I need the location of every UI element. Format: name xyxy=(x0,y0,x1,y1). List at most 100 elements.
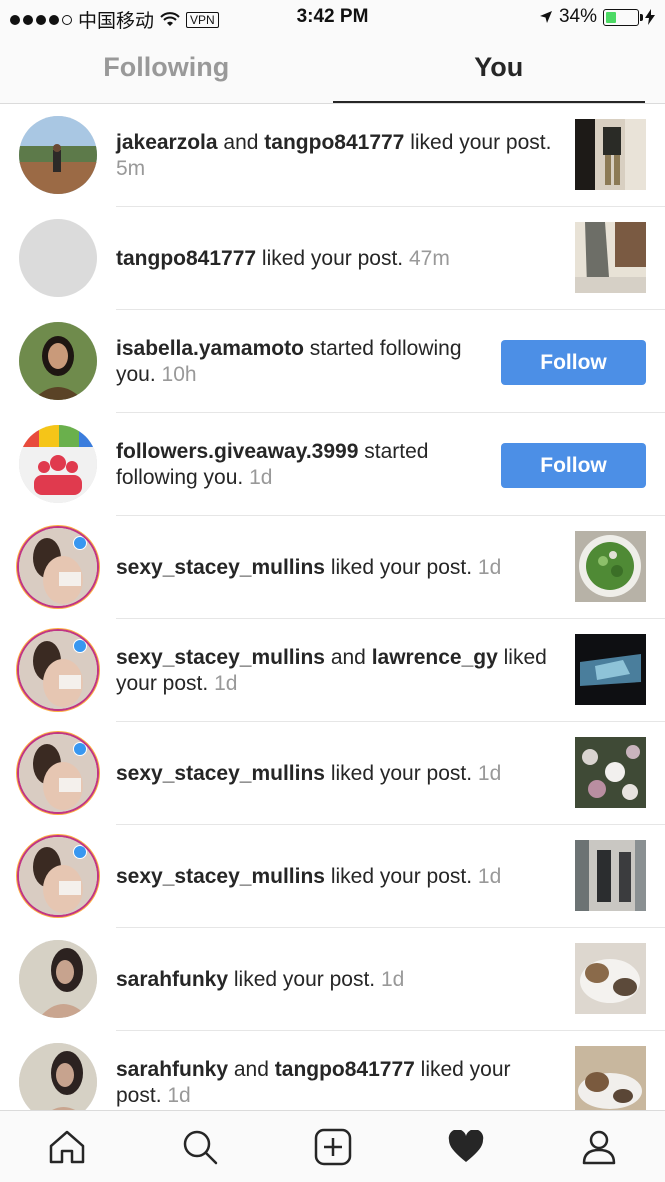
username[interactable]: tangpo841777 xyxy=(275,1058,415,1081)
list-item[interactable]: jakearzola and tangpo841777 liked your p… xyxy=(0,104,665,207)
username[interactable]: isabella.yamamoto xyxy=(116,337,304,360)
verified-badge-icon xyxy=(73,536,87,550)
post-thumbnail[interactable] xyxy=(575,222,646,293)
avatar[interactable] xyxy=(19,1043,97,1110)
avatar[interactable] xyxy=(19,425,97,503)
follow-button[interactable]: Follow xyxy=(501,340,646,385)
avatar[interactable] xyxy=(19,734,97,812)
list-item[interactable]: followers.giveaway.3999 started followin… xyxy=(0,413,665,516)
status-bar: 中国移动 VPN 3:42 PM 34% xyxy=(0,0,665,34)
battery-percent: 34% xyxy=(558,6,597,27)
battery-icon xyxy=(603,8,643,26)
list-item[interactable]: tangpo841777 liked your post. 47m xyxy=(0,207,665,310)
username[interactable]: followers.giveaway.3999 xyxy=(116,440,358,463)
action-text: liked your post. xyxy=(324,864,478,888)
username[interactable]: sexy_stacey_mullins xyxy=(116,556,325,579)
list-item[interactable]: sexy_stacey_mullins liked your post. 1d xyxy=(0,825,665,928)
timestamp: 1d xyxy=(477,864,502,888)
username[interactable]: sexy_stacey_mullins xyxy=(116,646,325,669)
list-item[interactable]: sexy_stacey_mullins and lawrence_gy like… xyxy=(0,619,665,722)
notification-text: sarahfunky liked your post. 1d xyxy=(116,928,556,1031)
follow-button[interactable]: Follow xyxy=(501,443,646,488)
activity-heart-icon xyxy=(448,1129,483,1162)
avatar[interactable] xyxy=(19,631,97,709)
avatar-image xyxy=(19,322,97,400)
list-item[interactable]: sexy_stacey_mullins liked your post. 1d xyxy=(0,722,665,825)
post-thumbnail[interactable] xyxy=(575,634,646,705)
home-icon xyxy=(49,1130,84,1163)
notification-text: sexy_stacey_mullins liked your post. 1d xyxy=(116,722,556,825)
timestamp: 5m xyxy=(116,156,146,180)
notification-text: sexy_stacey_mullins liked your post. 1d xyxy=(116,825,556,928)
username[interactable]: jakearzola xyxy=(116,131,218,154)
charging-bolt-icon xyxy=(645,9,655,25)
verified-badge-icon xyxy=(73,742,87,756)
post-thumbnail[interactable] xyxy=(575,1046,646,1110)
post-image xyxy=(575,634,646,705)
list-item[interactable]: sarahfunky liked your post. 1d xyxy=(0,928,665,1031)
search-icon xyxy=(183,1130,217,1164)
username[interactable]: sarahfunky xyxy=(116,1058,228,1081)
avatar-image xyxy=(19,940,97,1018)
tab-following[interactable]: Following xyxy=(0,34,333,103)
avatar[interactable] xyxy=(19,837,97,915)
username[interactable]: tangpo841777 xyxy=(116,247,256,270)
timestamp: 1d xyxy=(477,761,502,785)
post-thumbnail[interactable] xyxy=(575,737,646,808)
avatar[interactable] xyxy=(19,116,97,194)
list-item[interactable]: sarahfunky and tangpo841777 liked your p… xyxy=(0,1031,665,1110)
timestamp: 1d xyxy=(167,1083,191,1107)
timestamp: 47m xyxy=(408,246,450,270)
username[interactable]: lawrence_gy xyxy=(372,646,498,669)
avatar-image xyxy=(19,1043,97,1110)
post-image xyxy=(575,1046,646,1110)
username[interactable]: sexy_stacey_mullins xyxy=(116,762,325,785)
post-thumbnail[interactable] xyxy=(575,943,646,1014)
notification-text: isabella.yamamoto started following you.… xyxy=(116,310,486,413)
verified-badge-icon xyxy=(73,639,87,653)
timestamp: 10h xyxy=(161,362,197,386)
username[interactable]: tangpo841777 xyxy=(264,131,404,154)
profile-icon xyxy=(582,1130,615,1164)
post-thumbnail[interactable] xyxy=(575,531,646,602)
post-thumbnail[interactable] xyxy=(575,840,646,911)
nav-home[interactable] xyxy=(37,1117,97,1177)
notification-text: tangpo841777 liked your post. 47m xyxy=(116,207,556,310)
avatar[interactable] xyxy=(19,322,97,400)
action-text: liked your post. xyxy=(324,761,478,785)
activity-feed[interactable]: jakearzola and tangpo841777 liked your p… xyxy=(0,104,665,1110)
avatar[interactable] xyxy=(19,219,97,297)
action-text: liked your post. xyxy=(256,246,409,270)
action-text: liked your post. xyxy=(324,555,478,579)
username[interactable]: sarahfunky xyxy=(116,968,228,991)
add-post-icon xyxy=(314,1128,351,1165)
tab-you[interactable]: You xyxy=(332,34,665,103)
notification-text: sexy_stacey_mullins and lawrence_gy like… xyxy=(116,619,556,722)
avatar-image xyxy=(19,116,97,194)
bottom-tab-bar xyxy=(0,1110,665,1182)
username[interactable]: sexy_stacey_mullins xyxy=(116,865,325,888)
list-item[interactable]: sexy_stacey_mullins liked your post. 1d xyxy=(0,516,665,619)
notification-text: jakearzola and tangpo841777 liked your p… xyxy=(116,104,556,207)
list-item[interactable]: isabella.yamamoto started following you.… xyxy=(0,310,665,413)
avatar[interactable] xyxy=(19,940,97,1018)
post-thumbnail[interactable] xyxy=(575,119,646,190)
action-text: liked your post. xyxy=(404,130,552,154)
nav-new-post[interactable] xyxy=(303,1117,363,1177)
post-image xyxy=(575,943,646,1014)
verified-badge-icon xyxy=(73,845,87,859)
avatar[interactable] xyxy=(19,528,97,606)
post-image xyxy=(575,840,646,911)
post-image xyxy=(575,737,646,808)
action-text: liked your post. xyxy=(228,967,381,991)
notification-text: followers.giveaway.3999 started followin… xyxy=(116,413,486,516)
timestamp: 1d xyxy=(380,967,405,991)
activity-tabs: Following You xyxy=(0,34,665,104)
timestamp: 1d xyxy=(477,555,502,579)
nav-search[interactable] xyxy=(170,1117,230,1177)
nav-profile[interactable] xyxy=(569,1117,629,1177)
timestamp: 1d xyxy=(249,465,273,489)
conjunction-text: and xyxy=(324,645,372,669)
post-image xyxy=(575,222,646,293)
nav-activity[interactable] xyxy=(436,1117,496,1177)
